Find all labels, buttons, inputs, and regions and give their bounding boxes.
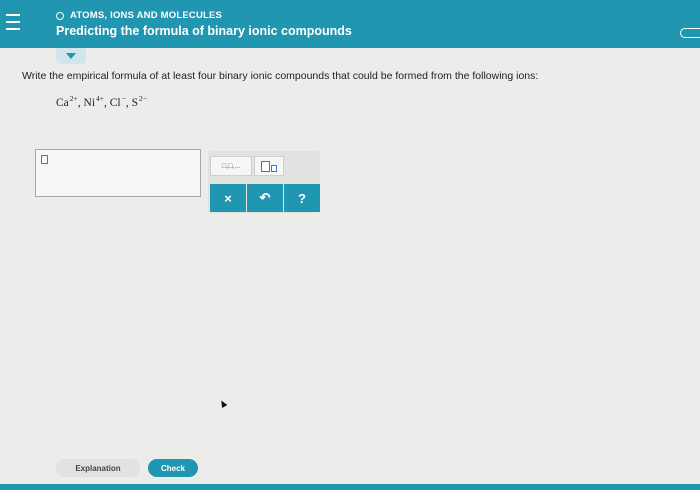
- collapse-button[interactable]: [56, 48, 86, 64]
- undo-button[interactable]: ↶: [247, 184, 283, 212]
- ion-ca: Ca2+,: [56, 94, 84, 109]
- ion-list: Ca2+, Ni4+, Cl−, S2−: [56, 94, 147, 109]
- sequence-template-button[interactable]: □,□,...: [210, 156, 252, 176]
- help-button[interactable]: ?: [284, 184, 320, 212]
- math-toolbar: □,□,... × ↶ ?: [208, 151, 320, 213]
- answer-input[interactable]: [35, 149, 201, 197]
- clear-button[interactable]: ×: [210, 184, 246, 212]
- menu-icon[interactable]: [6, 14, 20, 30]
- question-prompt: Write the empirical formula of at least …: [22, 70, 539, 82]
- top-bar: ATOMS, IONS AND MOLECULES Predicting the…: [0, 0, 700, 48]
- check-button[interactable]: Check: [148, 459, 198, 477]
- page-title: Predicting the formula of binary ionic c…: [56, 24, 352, 38]
- progress-pill-icon[interactable]: [680, 28, 700, 38]
- triangle-down-icon: [66, 53, 76, 59]
- subscript-template-button[interactable]: [254, 156, 284, 176]
- subscript-template-icon: [261, 160, 277, 172]
- footer: Explanation Check: [0, 452, 700, 482]
- bottom-bar: [0, 484, 700, 490]
- mouse-cursor-icon: [218, 398, 228, 409]
- sequence-template-icon: □,□,...: [221, 162, 241, 170]
- explanation-button[interactable]: Explanation: [56, 459, 140, 477]
- input-cursor-icon: [41, 155, 48, 164]
- ion-cl: Cl−,: [109, 94, 132, 109]
- topic-row: ATOMS, IONS AND MOLECULES: [56, 10, 222, 21]
- ion-ni: Ni4+,: [83, 94, 110, 109]
- progress-circle-icon: [56, 11, 64, 20]
- topic-label: ATOMS, IONS AND MOLECULES: [70, 10, 223, 21]
- ion-s: S2−: [131, 94, 147, 109]
